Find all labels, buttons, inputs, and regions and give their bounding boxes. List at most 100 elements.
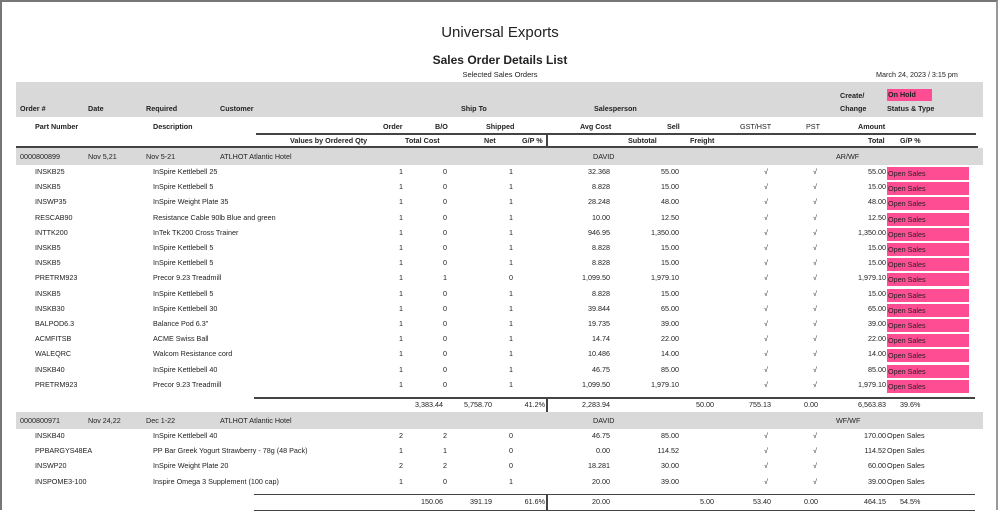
gst-check: √	[764, 334, 768, 344]
line-item-row[interactable]: PPBARGYS48EA PP Bar Greek Yogurt Strawber…	[0, 446, 1000, 461]
line-item-row[interactable]: PRETRM923 Precor 9.23 Treadmill 1 0 1 1,099.5…	[0, 379, 1000, 395]
avg-cost: 32.368	[588, 167, 610, 176]
shipped-qty: 1	[509, 197, 513, 207]
amount: 114.52	[864, 446, 886, 456]
sell-price: 39.00	[661, 476, 679, 486]
bo-qty: 0	[443, 212, 447, 222]
line-item-row[interactable]: INSWP20 InSpire Weight Plate 20 2 2 0 18.281 3…	[0, 461, 1000, 476]
sell-price: 12.50	[661, 212, 679, 222]
bo-qty: 0	[443, 197, 447, 207]
avg-cost: 8.828	[592, 243, 610, 252]
bo-qty: 0	[443, 379, 447, 389]
order-customer: ATLHOT Atlantic Hotel	[220, 416, 292, 425]
line-item-row[interactable]: INSWP35 InSpire Weight Plate 35 1 0 1 28.248 4…	[0, 197, 1000, 212]
line-item-row[interactable]: RESCAB90 Resistance Cable 90lb Blue and g…	[0, 212, 1000, 228]
line-item-row[interactable]: ACMFITSB ACME Swiss Ball 1 0 1 14.74 22.00 √ √ 22…	[0, 334, 1000, 349]
header-vertical-divider	[546, 133, 548, 147]
gst-check: √	[764, 197, 768, 207]
status-type: Open Sales	[887, 197, 969, 211]
pst-check: √	[813, 319, 817, 328]
pst-check: √	[813, 446, 817, 456]
description: InSpire Kettlebell 5	[153, 288, 214, 298]
line-item-row[interactable]: INSKB5 InSpire Kettlebell 5 1 0 1 8.828 15.00 √…	[0, 288, 1000, 304]
part-number: WALEQRC	[35, 349, 72, 359]
header-part-number: Part Number	[35, 122, 79, 131]
line-item-row[interactable]: PRETRM923 Precor 9.23 Treadmill 1 1 0 1,099.5…	[0, 273, 1000, 288]
description: PP Bar Greek Yogurt Strawberry - 78g (48…	[153, 446, 308, 456]
line-item-row[interactable]: INSKB30 InSpire Kettlebell 30 1 0 1 39.844 65.…	[0, 303, 1000, 319]
order-qty: 1	[399, 197, 403, 207]
part-number: INSKB40	[35, 431, 65, 440]
gst-check: √	[764, 461, 768, 471]
sell-price: 48.00	[661, 197, 679, 207]
part-number: INSKB30	[35, 303, 65, 313]
order-number[interactable]: 0000800971	[20, 416, 60, 426]
line-item-row[interactable]: INSKB5 InSpire Kettlebell 5 1 0 1 8.828 15.00 √…	[0, 182, 1000, 197]
avg-cost: 0.00	[596, 446, 610, 456]
status-type: Open Sales	[887, 364, 969, 378]
subtotal: 2,283.94	[582, 400, 610, 409]
bo-qty: 0	[443, 334, 447, 344]
sell-price: 114.52	[657, 446, 679, 456]
order-qty: 1	[399, 227, 403, 237]
header-date: Date	[88, 104, 104, 113]
report-title: Sales Order Details List	[432, 53, 568, 67]
sell-price: 65.00	[661, 303, 679, 313]
sell-price: 55.00	[661, 167, 679, 176]
totals-top-rule	[254, 493, 975, 496]
gst-check: √	[764, 349, 768, 359]
bo-qty: 0	[443, 303, 447, 313]
sell-price: 15.00	[661, 288, 679, 298]
line-item-row[interactable]: WALEQRC Walcom Resistance cord 1 0 1 10.486 14…	[0, 349, 1000, 364]
shipped-qty: 0	[509, 431, 513, 440]
description: Inspire Omega 3 Supplement (100 cap)	[153, 476, 279, 486]
shipped-qty: 1	[509, 182, 513, 192]
line-item-row[interactable]: INSKB40 InSpire Kettlebell 40 2 2 0 46.75 85.0…	[0, 431, 1000, 446]
line-item-row[interactable]: INSKB5 InSpire Kettlebell 5 1 0 1 8.828 15.00 √…	[0, 243, 1000, 258]
bo-qty: 0	[443, 349, 447, 359]
pst-total: 0.00	[804, 400, 818, 409]
order-number[interactable]: 0000800899	[20, 152, 60, 162]
order-create-change: AR/WF	[836, 152, 860, 161]
description: Resistance Cable 90lb Blue and green	[153, 212, 276, 222]
pst-check: √	[813, 431, 817, 440]
bo-qty: 0	[443, 227, 447, 237]
gst-check: √	[764, 319, 768, 328]
status-type: Open Sales	[887, 319, 969, 332]
part-number: INSKB5	[35, 182, 61, 192]
gst-check: √	[764, 476, 768, 486]
status-type: Open Sales	[887, 258, 969, 272]
header-values-by: Values by Ordered Qty	[290, 136, 368, 145]
shipped-qty: 0	[509, 446, 513, 456]
line-item-row[interactable]: INTTK200 InTek TK200 Cross Trainer 1 0 1 946.…	[0, 227, 1000, 243]
part-number: ACMFITSB	[35, 334, 72, 344]
order-qty: 1	[399, 446, 403, 456]
line-item-row[interactable]: INSKB25 InSpire Kettlebell 25 1 0 1 32.368 55.…	[0, 167, 1000, 182]
avg-cost: 19.735	[588, 319, 610, 328]
status-type: Open Sales	[887, 167, 969, 180]
shipped-qty: 0	[509, 273, 513, 283]
line-item-row[interactable]: INSPOME3-100 Inspire Omega 3 Supplement (…	[0, 477, 1000, 492]
order-qty: 1	[399, 349, 403, 359]
shipped-qty: 1	[509, 349, 513, 359]
order-total: 464.15	[864, 496, 886, 506]
gst-check: √	[764, 303, 768, 313]
amount: 60.00	[868, 461, 886, 471]
gst-total: 755.13	[749, 400, 771, 409]
line-item-row[interactable]: BALPOD6.3 Balance Pod 6.3" 1 0 1 19.735 39.00 √…	[0, 319, 1000, 334]
line-item-row[interactable]: INSKB40 InSpire Kettlebell 40 1 0 1 46.75 85.0…	[0, 364, 1000, 380]
description: InSpire Weight Plate 20	[153, 461, 229, 471]
order-salesperson: DAVID	[593, 416, 615, 425]
header-salesperson: Salesperson	[594, 104, 637, 113]
gp-percent: 41.2%	[524, 400, 545, 409]
line-item-row[interactable]: INSKB5 InSpire Kettlebell 5 1 0 1 8.828 15.00 √…	[0, 258, 1000, 273]
amount: 15.00	[868, 243, 886, 252]
pst-check: √	[813, 303, 817, 313]
bo-qty: 0	[443, 243, 447, 252]
order-date: Nov 24,22	[88, 416, 121, 425]
avg-cost: 10.00	[592, 212, 610, 222]
description: InSpire Kettlebell 25	[153, 167, 218, 176]
pst-check: √	[813, 212, 817, 222]
amount: 15.00	[868, 182, 886, 192]
header-pst: PST	[806, 122, 820, 131]
